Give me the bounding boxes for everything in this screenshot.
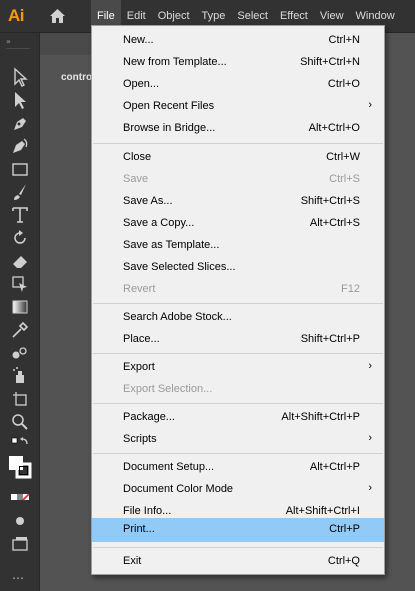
menu-item-new[interactable]: New... Ctrl+N — [92, 30, 384, 52]
menu-item-label: Exit — [123, 555, 142, 567]
menu-item-shortcut: Alt+Ctrl+S — [309, 217, 360, 229]
menu-separator — [93, 303, 383, 304]
color-none-icon[interactable] — [10, 487, 30, 507]
edit-toolbar-icon[interactable]: … — [12, 568, 25, 582]
curvature-tool-icon[interactable] — [10, 136, 30, 156]
menu-item-document-color-mode[interactable]: Document Color Mode › — [92, 479, 384, 501]
menu-item-label: Document Setup... — [123, 461, 215, 473]
fill-stroke-icon[interactable] — [8, 455, 32, 479]
menu-item-label: Package... — [123, 411, 175, 423]
menu-item-shortcut: Ctrl+N — [328, 34, 360, 46]
menu-separator — [93, 143, 383, 144]
rotate-tool-icon[interactable] — [10, 228, 30, 248]
menu-item-export[interactable]: Export › — [92, 357, 384, 379]
menu-item-save[interactable]: Save Ctrl+S — [92, 169, 384, 191]
menu-item-label: Save — [123, 173, 149, 185]
menu-item-label: New from Template... — [123, 56, 227, 68]
eraser-tool-icon[interactable] — [10, 251, 30, 271]
menu-item-browse-in-bridge[interactable]: Browse in Bridge... Alt+Ctrl+O — [92, 118, 384, 140]
symbol-sprayer-tool-icon[interactable] — [10, 366, 30, 386]
menu-item-label: Close — [123, 151, 152, 163]
menu-item-shortcut: Alt+Ctrl+P — [309, 461, 360, 473]
menu-item-label: Print... — [123, 523, 155, 535]
blend-tool-icon[interactable] — [10, 343, 30, 363]
free-transform-tool-icon[interactable] — [10, 274, 30, 294]
submenu-arrow-icon: › — [368, 99, 372, 111]
menu-item-label: Browse in Bridge... — [123, 122, 216, 134]
menu-item-shortcut: Ctrl+Q — [327, 555, 360, 567]
menu-item-label: File Info... — [123, 505, 172, 517]
menu-item-label: Place... — [123, 333, 160, 345]
menu-item-save-a-copy[interactable]: Save a Copy... Alt+Ctrl+S — [92, 213, 384, 235]
zoom-tool-icon[interactable] — [10, 412, 30, 432]
menu-separator — [93, 547, 383, 548]
selection-tool-icon[interactable] — [10, 67, 30, 87]
menu-item-print[interactable]: Print... Ctrl+P — [92, 518, 384, 542]
collapse-panel-icon[interactable]: » — [6, 37, 11, 46]
menu-item-shortcut: Ctrl+W — [326, 151, 360, 163]
menu-item-export-selection[interactable]: Export Selection... — [92, 379, 384, 401]
menu-item-save-as-template[interactable]: Save as Template... — [92, 235, 384, 257]
pen-tool-icon[interactable] — [10, 113, 30, 133]
menu-item-new-from-template[interactable]: New from Template... Shift+Ctrl+N — [92, 52, 384, 74]
menu-item-label: Document Color Mode — [123, 483, 234, 495]
menu-item-label: Scripts — [123, 433, 157, 445]
direct-selection-tool-icon[interactable] — [10, 90, 30, 110]
menu-item-package[interactable]: Package... Alt+Shift+Ctrl+P — [92, 407, 384, 429]
menu-item-label: Save a Copy... — [123, 217, 195, 229]
panel-divider — [6, 48, 30, 49]
menu-item-shortcut: F12 — [341, 283, 360, 295]
submenu-arrow-icon: › — [368, 432, 372, 444]
eyedropper-tool-icon[interactable] — [10, 320, 30, 340]
artboard-tool-icon[interactable] — [10, 389, 30, 409]
menu-item-revert[interactable]: Revert F12 — [92, 279, 384, 301]
menu-item-shortcut: Ctrl+O — [327, 78, 360, 90]
menu-item-label: Open Recent Files — [123, 100, 215, 112]
swap-colors-icon[interactable] — [10, 435, 30, 455]
menu-item-label: Save As... — [123, 195, 173, 207]
home-icon[interactable] — [50, 9, 65, 23]
menu-item-label: Export — [123, 361, 155, 373]
menu-item-scripts[interactable]: Scripts › — [92, 429, 384, 451]
menu-item-label: Export Selection... — [123, 383, 213, 395]
menu-item-label: Open... — [123, 78, 160, 90]
menu-item-label: Revert — [123, 283, 156, 295]
menu-item-shortcut: Alt+Shift+Ctrl+P — [281, 411, 360, 423]
menu-separator — [93, 403, 383, 404]
file-menu-dropdown: New... Ctrl+N New from Template... Shift… — [91, 25, 385, 575]
menu-item-open-recent-files[interactable]: Open Recent Files › — [92, 96, 384, 118]
menu-item-shortcut: Alt+Shift+Ctrl+I — [285, 505, 360, 517]
menu-item-search-adobe-stock[interactable]: Search Adobe Stock... — [92, 307, 384, 329]
gradient-tool-icon[interactable] — [10, 297, 30, 317]
menu-item-shortcut: Alt+Ctrl+O — [308, 122, 360, 134]
menu-separator — [93, 353, 383, 354]
drawing-mode-icon[interactable] — [10, 511, 30, 531]
document-tab-label: contro — [61, 72, 93, 83]
menu-item-shortcut: Shift+Ctrl+S — [300, 195, 360, 207]
menu-item-save-as[interactable]: Save As... Shift+Ctrl+S — [92, 191, 384, 213]
menu-separator — [93, 453, 383, 454]
menu-item-shortcut: Ctrl+S — [329, 173, 360, 185]
submenu-arrow-icon: › — [368, 482, 372, 494]
screen-mode-icon[interactable] — [10, 534, 30, 554]
menu-item-close[interactable]: Close Ctrl+W — [92, 147, 384, 169]
menu-item-label: New... — [123, 34, 154, 46]
menu-item-document-setup[interactable]: Document Setup... Alt+Ctrl+P — [92, 457, 384, 479]
menu-item-save-selected-slices[interactable]: Save Selected Slices... — [92, 257, 384, 279]
menu-item-label: Save as Template... — [123, 239, 220, 251]
paintbrush-tool-icon[interactable] — [10, 182, 30, 202]
menu-item-label: Save Selected Slices... — [123, 261, 236, 273]
menu-item-label: Search Adobe Stock... — [123, 311, 232, 323]
submenu-arrow-icon: › — [368, 360, 372, 372]
menu-item-shortcut: Shift+Ctrl+N — [300, 56, 360, 68]
menu-item-shortcut: Shift+Ctrl+P — [300, 333, 360, 345]
rectangle-tool-icon[interactable] — [10, 159, 30, 179]
type-tool-icon[interactable] — [10, 205, 30, 225]
menu-item-open[interactable]: Open... Ctrl+O — [92, 74, 384, 96]
menu-item-exit[interactable]: Exit Ctrl+Q — [92, 551, 384, 573]
menu-item-shortcut: Ctrl+P — [329, 523, 360, 535]
app-logo: Ai — [8, 6, 25, 25]
tools-panel: » … — [0, 33, 40, 591]
menu-item-place[interactable]: Place... Shift+Ctrl+P — [92, 329, 384, 351]
